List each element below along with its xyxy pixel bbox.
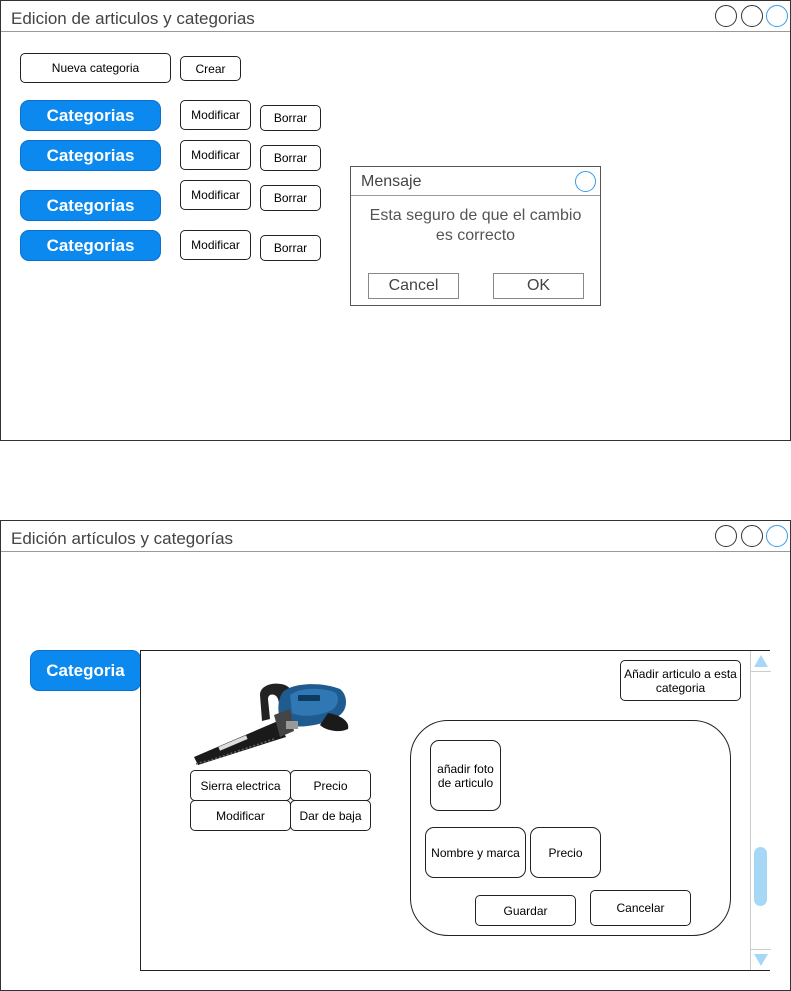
category-button-1[interactable]: Categorias (20, 100, 161, 131)
scroll-up-arrow-icon[interactable] (754, 655, 768, 667)
name-brand-field[interactable]: Nombre y marca (425, 827, 526, 878)
modify-button-1[interactable]: Modificar (180, 100, 251, 130)
remove-product-button[interactable]: Dar de baja (290, 800, 371, 831)
modify-product-button[interactable]: Modificar (190, 800, 291, 831)
maximize-circle-icon[interactable] (741, 525, 763, 547)
dialog-message-line-1: Esta seguro de que el cambio (369, 207, 582, 224)
close-circle-icon[interactable] (766, 525, 788, 547)
scroll-down-arrow-icon[interactable] (754, 954, 768, 966)
title-bar: Edición artículos y categorías (1, 521, 790, 552)
scrollbar-divider (751, 949, 771, 950)
maximize-circle-icon[interactable] (741, 5, 763, 27)
category-button-3[interactable]: Categorias (20, 190, 161, 221)
title-bar: Edicion de articulos y categorias (1, 1, 790, 32)
create-button[interactable]: Crear (180, 56, 241, 81)
dialog-ok-button[interactable]: OK (493, 273, 584, 299)
category-button-2[interactable]: Categorias (20, 140, 161, 171)
electric-saw-image (194, 683, 349, 765)
cancel-button[interactable]: Cancelar (590, 890, 691, 926)
close-circle-icon[interactable] (766, 5, 788, 27)
product-price-field[interactable]: Precio (290, 770, 371, 801)
delete-button-4[interactable]: Borrar (260, 235, 321, 261)
minimize-circle-icon[interactable] (715, 525, 737, 547)
add-photo-label-line-1: añadir foto (437, 761, 494, 776)
add-article-button[interactable]: Añadir articulo a esta categoria (620, 660, 741, 701)
window-title: Edicion de articulos y categorias (11, 9, 255, 28)
scrollbar-divider (751, 671, 771, 672)
close-circle-icon[interactable] (575, 171, 596, 192)
confirm-dialog: Mensaje Esta seguro de que el cambio es … (350, 166, 601, 306)
delete-button-1[interactable]: Borrar (260, 105, 321, 131)
add-photo-button[interactable]: añadir foto de articulo (430, 740, 501, 811)
vertical-scrollbar[interactable] (750, 651, 771, 970)
scroll-thumb[interactable] (754, 847, 767, 906)
dialog-message-line-2: es correcto (435, 227, 516, 244)
category-tab[interactable]: Categoria (30, 650, 141, 691)
delete-button-3[interactable]: Borrar (260, 185, 321, 211)
window-title: Edición artículos y categorías (11, 529, 234, 548)
modify-button-4[interactable]: Modificar (180, 230, 251, 260)
dialog-title: Mensaje (361, 173, 422, 190)
new-category-input[interactable]: Nueva categoria (20, 53, 171, 83)
modify-button-2[interactable]: Modificar (180, 140, 251, 170)
add-article-label-line-1: Añadir articulo a esta (624, 666, 737, 681)
product-name-field[interactable]: Sierra electrica (190, 770, 291, 801)
modify-button-3[interactable]: Modificar (180, 180, 251, 210)
price-field[interactable]: Precio (530, 827, 601, 878)
add-article-label-line-2: categoria (655, 680, 706, 695)
save-button[interactable]: Guardar (475, 895, 576, 926)
dialog-message: Esta seguro de que el cambio es correcto (351, 206, 600, 246)
add-photo-label-line-2: de articulo (437, 775, 494, 790)
category-button-4[interactable]: Categorias (20, 230, 161, 261)
minimize-circle-icon[interactable] (715, 5, 737, 27)
dialog-header: Mensaje (351, 167, 600, 196)
dialog-cancel-button[interactable]: Cancel (368, 273, 459, 299)
delete-button-2[interactable]: Borrar (260, 145, 321, 171)
